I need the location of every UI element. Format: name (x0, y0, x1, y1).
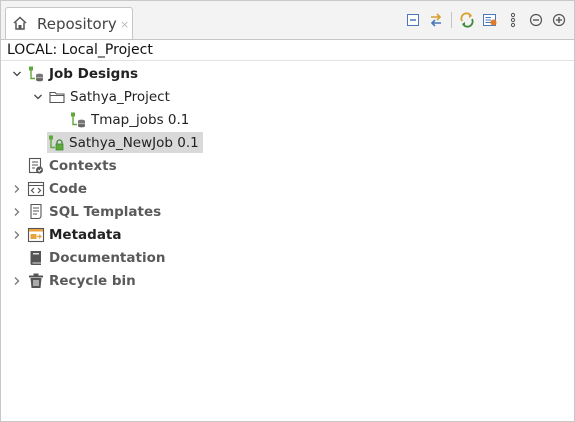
job-designs-icon (27, 65, 45, 83)
refresh-icon (460, 12, 474, 28)
collapse-all-icon (407, 14, 419, 26)
project-location-bar: LOCAL: Local_Project (1, 39, 574, 61)
folder-icon (48, 88, 66, 106)
project-location: LOCAL: Local_Project (7, 42, 153, 58)
minimize-button[interactable] (527, 11, 545, 29)
tree-item-code[interactable]: Code (11, 178, 87, 199)
kebab-menu-icon (510, 12, 516, 28)
tree-item-label: Sathya_NewJob 0.1 (69, 134, 199, 151)
link-with-editor-button[interactable] (427, 11, 445, 29)
tab-label: Repository (37, 15, 117, 33)
refresh-button[interactable] (458, 11, 476, 29)
tree-item-sql-templates[interactable]: SQL Templates (11, 201, 161, 222)
tab-bar: Repository × (1, 1, 574, 39)
filter-icon (483, 14, 497, 26)
tree-item-label: Documentation (49, 249, 166, 266)
repository-panel: Repository × LOCAL: Local_Project Job De… (0, 0, 575, 422)
tree-item-metadata[interactable]: Metadata (11, 224, 122, 245)
tree-item-contexts[interactable]: Contexts (27, 155, 117, 176)
chevron-down-icon[interactable] (32, 91, 44, 103)
view-toolbar (399, 11, 568, 29)
code-icon (27, 180, 45, 198)
tree-item-documentation[interactable]: Documentation (27, 247, 165, 268)
close-icon[interactable]: × (120, 18, 129, 31)
view-menu-button[interactable] (504, 11, 522, 29)
tree-item-sathya-newjob[interactable]: Sathya_NewJob 0.1 (47, 132, 203, 153)
job-icon (69, 111, 87, 129)
maximize-icon (552, 13, 566, 27)
maximize-button[interactable] (550, 11, 568, 29)
chevron-right-icon[interactable] (11, 275, 23, 287)
tree-item-label: Metadata (49, 226, 122, 243)
job-lock-icon (47, 134, 65, 152)
tree-item-label: SQL Templates (49, 203, 162, 220)
toolbar-separator (451, 12, 452, 28)
metadata-icon (27, 226, 45, 244)
tree-item-label: Job Designs (49, 65, 138, 82)
tree-item-label: Recycle bin (49, 272, 136, 289)
repository-tree[interactable]: Job Designs Sathya_Project Tmap_jobs 0.1… (1, 61, 574, 421)
minimize-icon (529, 13, 543, 27)
sync-arrows-icon (430, 13, 442, 27)
chevron-right-icon[interactable] (11, 183, 23, 195)
home-icon (12, 15, 28, 31)
tree-item-tmap-jobs[interactable]: Tmap_jobs 0.1 (69, 109, 189, 130)
tree-item-sathya-project[interactable]: Sathya_Project (32, 86, 170, 107)
contexts-icon (27, 157, 45, 175)
tree-item-label: Sathya_Project (70, 88, 170, 105)
chevron-right-icon[interactable] (11, 206, 23, 218)
tree-item-label: Code (49, 180, 88, 197)
tab-repository[interactable]: Repository × (5, 7, 133, 39)
documentation-icon (27, 249, 45, 267)
trash-icon (27, 272, 45, 290)
chevron-down-icon[interactable] (11, 68, 23, 80)
tree-item-label: Tmap_jobs 0.1 (91, 111, 190, 128)
tree-item-job-designs[interactable]: Job Designs (11, 63, 138, 84)
sql-templates-icon (27, 203, 45, 221)
filter-button[interactable] (481, 11, 499, 29)
tree-item-label: Contexts (49, 157, 117, 174)
collapse-all-button[interactable] (404, 11, 422, 29)
chevron-right-icon[interactable] (11, 229, 23, 241)
tree-item-recycle-bin[interactable]: Recycle bin (11, 270, 136, 291)
